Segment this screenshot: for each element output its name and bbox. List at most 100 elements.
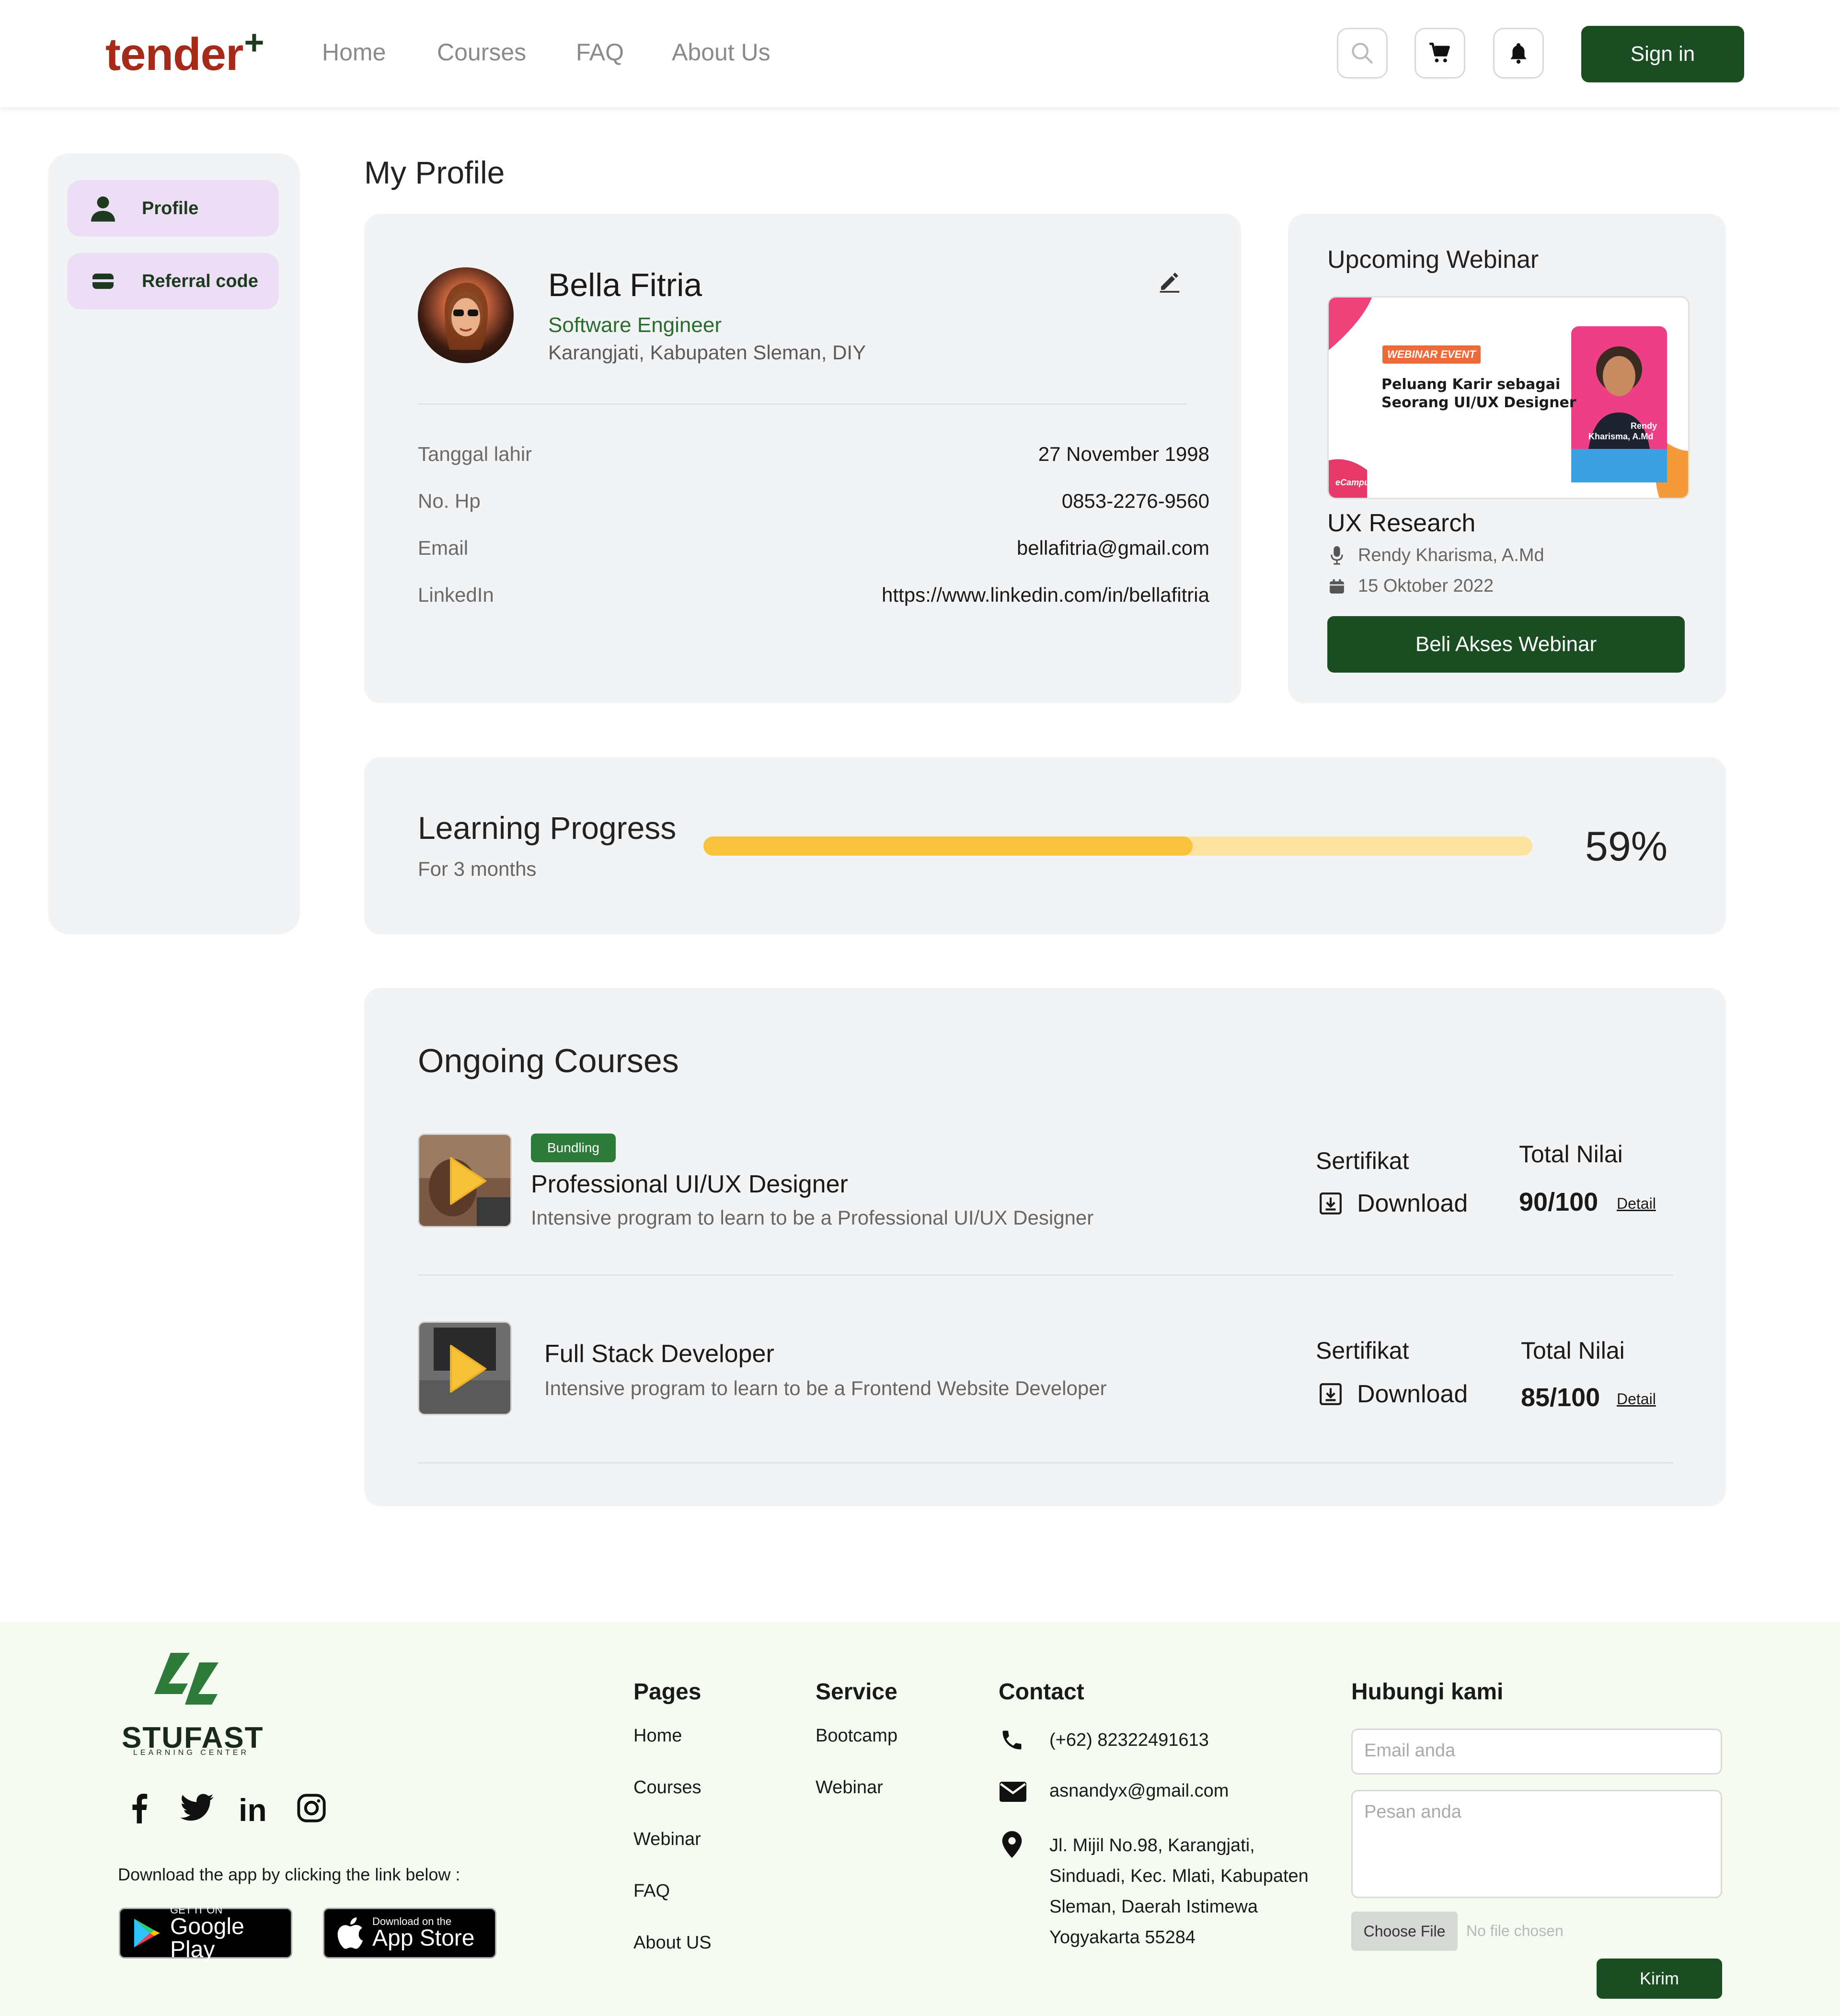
search-button[interactable] [1337, 28, 1388, 79]
progress-title: Learning Progress [418, 810, 677, 846]
instagram-icon[interactable] [296, 1793, 327, 1826]
sidebar-item-referral-code[interactable]: Referral code [67, 253, 279, 309]
divider [418, 1462, 1673, 1464]
app-store-button[interactable]: Download on the App Store [323, 1908, 496, 1959]
apple-icon [337, 1917, 364, 1949]
footer-link-home[interactable]: Home [633, 1726, 682, 1746]
certificate-label: Sertifikat [1316, 1337, 1409, 1364]
contact-email: asnandyx@gmail.com [1049, 1781, 1229, 1801]
detail-value-phone: 0853-2276-9560 [1061, 490, 1209, 512]
course-description: Intensive program to learn to be a Profe… [531, 1206, 1094, 1229]
google-play-icon [133, 1917, 161, 1949]
contact-phone: (+62) 82322491613 [1049, 1730, 1209, 1750]
contact-address-line4: Yogyakarta 55284 [1049, 1927, 1196, 1947]
nav-home[interactable]: Home [322, 38, 386, 66]
notification-button[interactable] [1493, 28, 1544, 79]
google-play-button[interactable]: GET IT ON Google Play [119, 1905, 292, 1962]
download-label: Download [1357, 1380, 1468, 1408]
card-icon [86, 274, 120, 289]
contact-address-line2: Sinduadi, Kec. Mlati, Kabupaten [1049, 1866, 1309, 1886]
webinar-banner[interactable]: WEBINAR EVENT Peluang Karir sebagai Seor… [1327, 296, 1690, 499]
footer-link-faq[interactable]: FAQ [633, 1881, 670, 1901]
progress-fill [703, 836, 1193, 856]
detail-value-linkedin[interactable]: https://www.linkedin.com/in/bellafitria [882, 584, 1209, 607]
download-app-text: Download the app by clicking the link be… [118, 1865, 460, 1884]
cart-icon [1429, 43, 1450, 63]
nav-about-us[interactable]: About Us [672, 38, 770, 66]
footer-service-title: Service [816, 1679, 897, 1705]
course-name[interactable]: Full Stack Developer [544, 1340, 774, 1368]
stufast-logo-icon [151, 1653, 222, 1718]
nav-faq[interactable]: FAQ [576, 38, 624, 66]
detail-value-email: bellafitria@gmail.com [1016, 537, 1209, 559]
contact-address-line1: Jl. Mijil No.98, Karangjati, [1049, 1835, 1255, 1856]
footer-link-about-us[interactable]: About US [633, 1933, 712, 1953]
contact-address-line3: Sleman, Daerah Istimewa [1049, 1897, 1258, 1917]
course-description: Intensive program to learn to be a Front… [544, 1377, 1107, 1399]
footer-brand-sub: LEARNING CENTER [133, 1749, 250, 1757]
webinar-brand: eCampuz [1335, 478, 1374, 487]
download-certificate-button[interactable]: Download [1319, 1380, 1468, 1409]
webinar-speaker-name: Rendy Kharisma, A.Md [1358, 545, 1544, 565]
contact-form-title: Hubungi kami [1351, 1679, 1504, 1705]
total-score-label: Total Nilai [1521, 1337, 1625, 1364]
message-field[interactable]: Pesan anda [1351, 1790, 1722, 1898]
detail-value-birthdate: 27 November 1998 [1038, 443, 1209, 465]
microphone-icon [1327, 546, 1346, 565]
pencil-icon [1160, 273, 1180, 293]
divider [418, 403, 1187, 405]
play-icon [419, 1135, 510, 1226]
edit-profile-button[interactable] [1157, 268, 1183, 297]
webinar-speaker-line2: Kharisma, A.Md [1588, 432, 1654, 441]
search-icon [1352, 43, 1373, 64]
page-title: My Profile [364, 155, 505, 190]
location-pin-icon [1001, 1831, 1023, 1860]
nav-courses[interactable]: Courses [437, 38, 526, 66]
detail-link[interactable]: Detail [1617, 1390, 1656, 1408]
total-score-value: 85/100 [1521, 1383, 1600, 1412]
footer-link-courses[interactable]: Courses [633, 1777, 702, 1798]
footer-pages-title: Pages [633, 1679, 702, 1705]
buy-webinar-button[interactable]: Beli Akses Webinar [1327, 616, 1685, 673]
divider [418, 1274, 1673, 1276]
avatar [418, 267, 514, 363]
download-certificate-button[interactable]: Download [1319, 1189, 1468, 1218]
phone-icon [1000, 1728, 1024, 1755]
certificate-label: Sertifikat [1316, 1147, 1409, 1174]
webinar-section-title: Upcoming Webinar [1327, 246, 1539, 274]
course-name[interactable]: Professional UI/UX Designer [531, 1170, 848, 1199]
footer-link-bootcamp[interactable]: Bootcamp [816, 1726, 897, 1746]
download-icon [1319, 1191, 1343, 1215]
play-icon [419, 1323, 510, 1414]
submit-button[interactable]: Kirim [1597, 1959, 1722, 1999]
sidebar-item-profile[interactable]: Profile [67, 180, 279, 237]
footer-link-webinar[interactable]: Webinar [633, 1829, 701, 1850]
webinar-date-text: 15 Oktober 2022 [1358, 576, 1494, 596]
google-play-big: Google Play [170, 1914, 244, 1962]
course-thumbnail[interactable] [418, 1134, 512, 1227]
download-icon [1319, 1382, 1343, 1406]
linkedin-icon[interactable]: in [239, 1792, 267, 1828]
twitter-icon[interactable] [180, 1794, 214, 1824]
choose-file-button[interactable]: Choose File [1351, 1912, 1458, 1951]
email-field[interactable]: Email anda [1351, 1729, 1722, 1775]
facebook-icon[interactable] [129, 1793, 149, 1826]
detail-link[interactable]: Detail [1617, 1195, 1656, 1213]
footer-contact-title: Contact [999, 1679, 1084, 1705]
cart-button[interactable] [1414, 28, 1465, 79]
detail-label-linkedin: LinkedIn [418, 584, 494, 606]
webinar-tag: WEBINAR EVENT [1382, 345, 1481, 364]
webinar-speaker-line1: Rendy [1631, 421, 1657, 431]
bell-icon [1510, 43, 1527, 64]
mail-icon [1000, 1781, 1026, 1805]
webinar-headline-line1: Peluang Karir sebagai [1381, 376, 1561, 393]
webinar-speaker: Rendy Kharisma, A.Md [1327, 545, 1544, 566]
calendar-icon [1327, 578, 1346, 595]
webinar-name: UX Research [1327, 509, 1476, 537]
course-badge: Bundling [531, 1134, 616, 1162]
sign-in-button[interactable]: Sign in [1581, 26, 1744, 82]
footer-link-service-webinar[interactable]: Webinar [816, 1777, 883, 1798]
logo[interactable]: tender+ [105, 23, 264, 81]
course-thumbnail[interactable] [418, 1321, 512, 1415]
courses-section-title: Ongoing Courses [418, 1042, 679, 1079]
